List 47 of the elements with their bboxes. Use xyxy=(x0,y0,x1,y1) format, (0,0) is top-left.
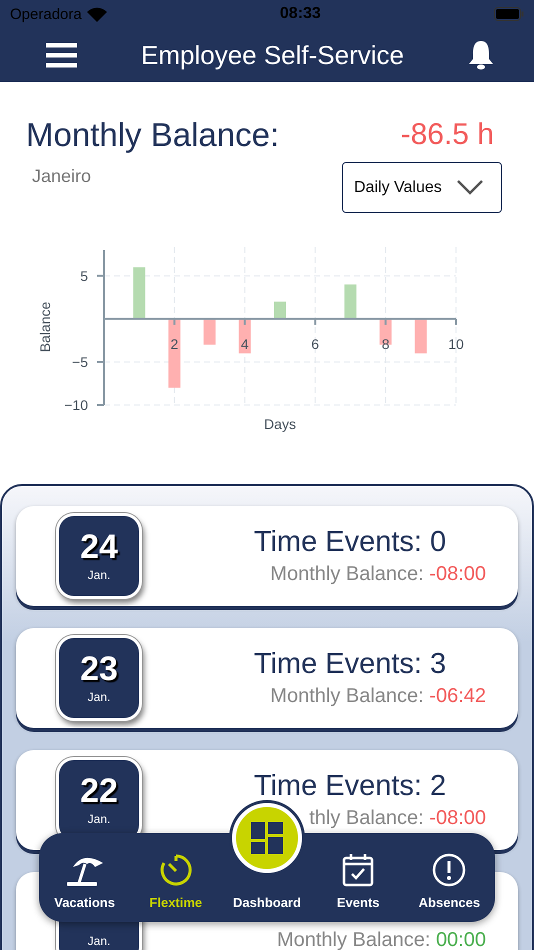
x-tick-label: 6 xyxy=(311,336,320,352)
y-axis-title: Balance xyxy=(37,302,53,352)
month-abbr: Jan. xyxy=(88,812,110,826)
y-tick-label: −5 xyxy=(72,354,88,370)
tab-button[interactable]: Absences xyxy=(404,833,495,922)
day-number: 23 xyxy=(80,652,118,686)
exclamation-icon xyxy=(432,853,466,887)
balance-line: thly Balance: -08:00 xyxy=(309,807,486,830)
x-tick-label: 10 xyxy=(448,336,464,352)
day-card[interactable]: 23 Jan. Time Events: 3 Monthly Balance: -06:42 xyxy=(16,628,518,728)
day-number: 24 xyxy=(80,530,118,564)
wifi-icon xyxy=(86,6,107,22)
x-tick-label: 4 xyxy=(240,336,249,352)
tab-button[interactable]: Vacations xyxy=(39,833,130,922)
balance-line: Monthly Balance: 00:00 xyxy=(276,929,486,950)
month-abbr: Jan. xyxy=(88,690,110,704)
battery-icon xyxy=(494,7,524,21)
month-label: Janeiro xyxy=(32,166,92,187)
balance-line: Monthly Balance: -08:00 xyxy=(270,563,486,586)
y-tick-label: 5 xyxy=(80,268,88,284)
balance-line: Monthly Balance: -06:42 xyxy=(270,685,486,708)
stopwatch-icon xyxy=(158,853,193,887)
dashboard-icon xyxy=(250,822,283,854)
tab-button[interactable]: Events xyxy=(312,833,404,922)
status-time: 08:33 xyxy=(280,5,321,23)
tab-button[interactable]: Flextime xyxy=(130,833,222,922)
app-title: Employee Self-Service xyxy=(141,40,404,70)
view-dropdown[interactable]: Daily Values xyxy=(342,162,502,213)
month-abbr: Jan. xyxy=(88,568,110,582)
time-events-title: Time Events: 0 xyxy=(254,526,446,559)
day-number: 22 xyxy=(80,774,118,808)
x-tick-label: 8 xyxy=(382,336,390,352)
carrier-name: Operadora xyxy=(10,6,82,22)
chevron-down-icon xyxy=(457,180,483,195)
menu-icon[interactable] xyxy=(46,42,77,68)
y-tick-label: −10 xyxy=(64,397,88,413)
month-abbr: Jan. xyxy=(88,934,110,948)
day-card[interactable]: 24 Jan. Time Events: 0 Monthly Balance: -08:00 xyxy=(16,506,518,606)
x-tick-label: 2 xyxy=(170,336,178,352)
time-events-title: Time Events: 2 xyxy=(254,770,446,803)
summary-title: Monthly Balance: xyxy=(26,116,280,154)
beach-umbrella-icon xyxy=(64,855,105,887)
balance-value: -86.5 h xyxy=(400,118,495,152)
bell-icon[interactable] xyxy=(468,40,494,70)
time-events-title: Time Events: 3 xyxy=(254,648,446,681)
calendar-check-icon xyxy=(342,853,374,887)
x-axis-title: Days xyxy=(264,416,296,432)
